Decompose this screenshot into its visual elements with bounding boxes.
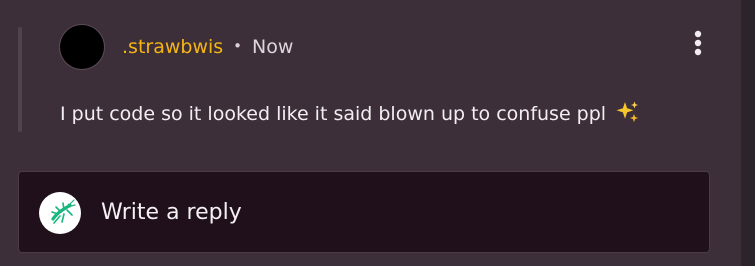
more-options-button[interactable] [686, 28, 710, 58]
comment-timestamp: Now [252, 36, 294, 58]
commenter-username[interactable]: .strawbwis [122, 33, 223, 61]
right-scroll-edge [741, 0, 755, 266]
commenter-avatar[interactable] [60, 25, 104, 69]
comment-body-text: I put code so it looked like it said blo… [60, 103, 607, 125]
green-insect-icon [51, 199, 76, 224]
comment-meta: .strawbwis • Now [122, 33, 293, 61]
comment-text-container: I put code so it looked like it said blo… [60, 100, 660, 128]
comment-card: .strawbwis • Now I put code so it looked… [0, 0, 740, 160]
meta-separator: • [233, 37, 243, 55]
reply-placeholder-text: Write a reply [101, 200, 242, 225]
sparkles-icon [616, 101, 639, 123]
comment-thread-page: .strawbwis • Now I put code so it looked… [0, 0, 755, 266]
vertical-ellipsis-icon [694, 30, 702, 56]
reply-input-box[interactable]: Write a reply [18, 171, 710, 253]
thread-indicator-line [18, 27, 22, 132]
reply-user-avatar[interactable] [39, 192, 81, 234]
